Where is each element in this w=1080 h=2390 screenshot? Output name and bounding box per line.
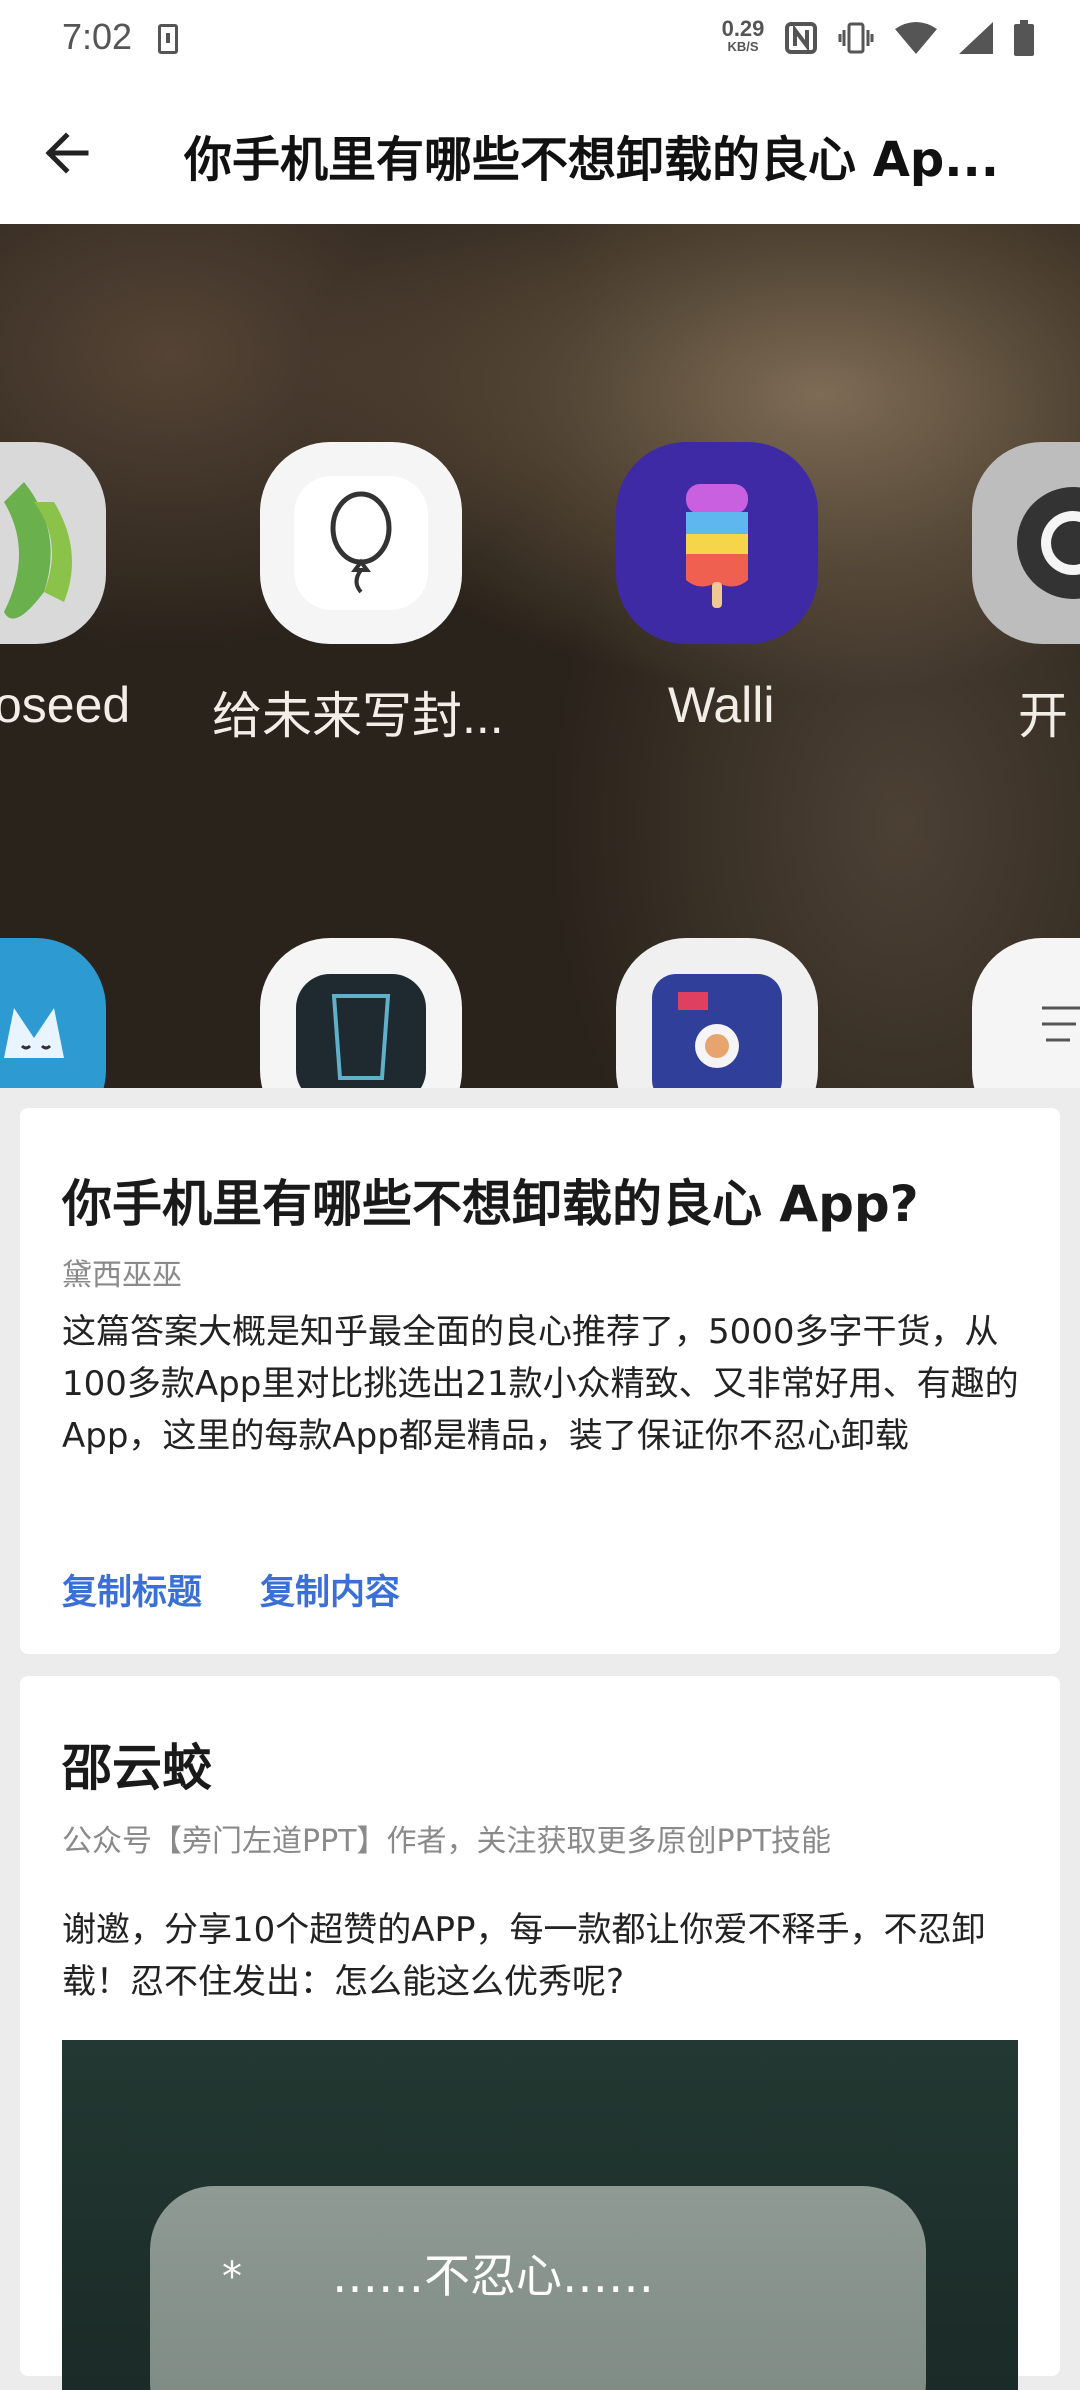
app-bar: 你手机里有哪些不想卸载的良心 Ap... xyxy=(0,82,1080,224)
balloon-icon xyxy=(260,442,462,644)
wifi-icon xyxy=(895,22,937,54)
signal-icon xyxy=(959,22,993,54)
copy-content-button[interactable]: 复制内容 xyxy=(260,1564,400,1615)
question-summary: 这篇答案大概是知乎最全面的良心推荐了，5000多字干货，从100多款App里对比… xyxy=(62,1312,1019,1456)
question-title: 你手机里有哪些不想卸载的良心 App? xyxy=(62,1175,919,1233)
app-label-letter: 给未来写封... xyxy=(212,688,504,744)
answer-image-star: * xyxy=(222,2254,242,2300)
nfc-icon xyxy=(785,22,817,54)
app-label-walli: Walli xyxy=(668,677,775,733)
back-button[interactable] xyxy=(34,120,100,186)
question-author: 黛西巫巫 xyxy=(62,1258,182,1293)
copy-title-button[interactable]: 复制标题 xyxy=(62,1564,202,1615)
sim-icon xyxy=(158,24,178,54)
snapseed-icon xyxy=(0,442,106,644)
hero-shade xyxy=(0,224,1080,1088)
app-label-open: 开 xyxy=(1018,688,1068,744)
answer-author-name[interactable]: 邵云蛟 xyxy=(62,1728,212,1800)
status-time: 7:02 xyxy=(62,16,133,57)
network-speed: 0.29 KB/S xyxy=(716,18,770,54)
hero-image: oseed 给未来写封... Walli 开 xyxy=(0,224,1080,1088)
astronaut-icon xyxy=(616,938,818,1088)
network-speed-unit: KB/S xyxy=(727,39,759,54)
answer-image[interactable]: * ……不忍心…… xyxy=(62,2040,1018,2390)
arrow-left-icon xyxy=(45,132,89,174)
answer-excerpt: 谢邀，分享10个超赞的APP，每一款都让你爱不释手，不忍卸载！忍不住发出：怎么能… xyxy=(62,1910,986,2002)
beaker-icon xyxy=(260,938,462,1088)
camera-lens-icon xyxy=(972,442,1080,644)
app-label-snapseed: oseed xyxy=(0,677,131,733)
status-icons xyxy=(784,18,1034,58)
vibrate-icon xyxy=(838,22,874,54)
answer-card[interactable]: 邵云蛟 公众号【旁门左道PPT】作者，关注获取更多原创PPT技能 谢邀，分享10… xyxy=(20,1676,1060,2390)
question-card[interactable]: 你手机里有哪些不想卸载的良心 App? 黛西巫巫 这篇答案大概是知乎最全面的良心… xyxy=(20,1108,1060,1654)
answer-image-text: ……不忍心…… xyxy=(332,2249,654,2303)
status-bar: 7:02 0.29 KB/S xyxy=(0,0,1080,82)
page-title: 你手机里有哪些不想卸载的良心 Ap... xyxy=(184,132,999,188)
answer-author-bio: 公众号【旁门左道PPT】作者，关注获取更多原创PPT技能 xyxy=(62,1824,832,1859)
popsicle-icon xyxy=(616,442,818,644)
network-speed-value: 0.29 xyxy=(721,16,765,41)
battery-icon xyxy=(1014,20,1034,56)
